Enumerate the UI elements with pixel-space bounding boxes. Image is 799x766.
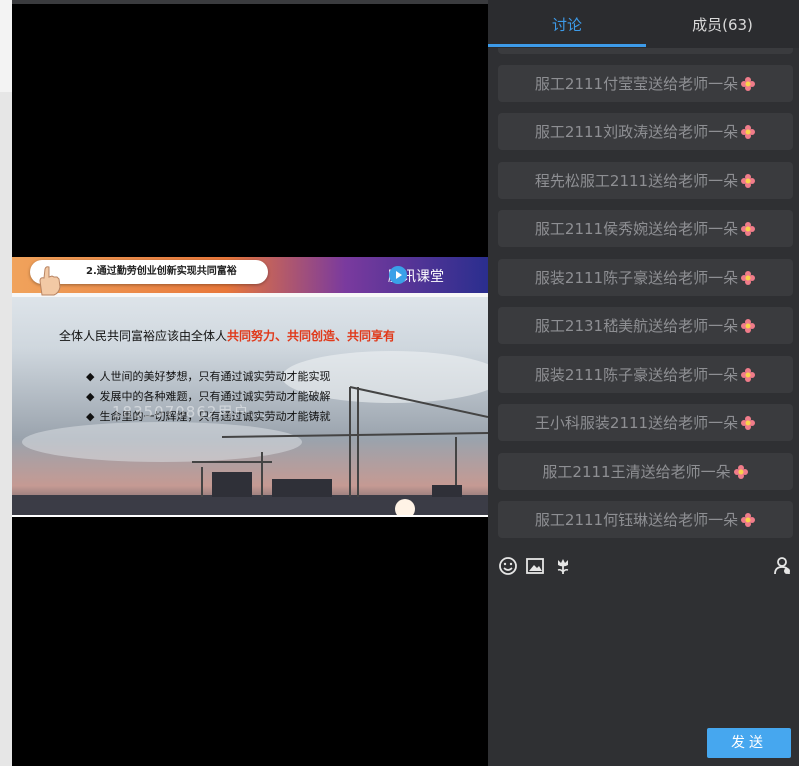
chat-toolbar (488, 552, 799, 580)
chat-message: 服工2111刘政涛送给老师一朵 (498, 113, 793, 150)
flower-icon (741, 221, 756, 236)
chat-message: 服工2111侯秀婉送给老师一朵 (498, 210, 793, 247)
flower-icon (741, 76, 756, 91)
lead-highlight: 共同努力、共同创造、共同享有 (227, 329, 396, 343)
chat-panel: 讨论 成员(63) 服工2111付莹莹送给老师一朵 服工2111刘政涛送给老师一… (488, 0, 799, 766)
tab-bar: 讨论 成员(63) (488, 0, 799, 48)
tab-members[interactable]: 成员(63) (646, 0, 799, 46)
chat-message: 服工2131嵇美航送给老师一朵 (498, 307, 793, 344)
flower-icon (741, 124, 756, 139)
flower-icon (741, 318, 756, 333)
bullet-item: ◆ 人世间的美好梦想，只有通过诚实劳动才能实现 (86, 367, 331, 387)
flower-gift-icon[interactable] (553, 556, 573, 576)
flower-icon (741, 415, 756, 430)
flower-icon (741, 173, 756, 188)
diamond-icon: ◆ (86, 410, 95, 423)
message-list[interactable]: 服工2111付莹莹送给老师一朵 服工2111刘政涛送给老师一朵 程先松服工211… (488, 48, 799, 540)
flower-icon (741, 512, 756, 527)
flower-icon (733, 464, 748, 479)
chat-message: 服装2111陈子豪送给老师一朵 (498, 356, 793, 393)
chat-message: 程先松服工2111送给老师一朵 (498, 162, 793, 199)
emoji-icon[interactable] (498, 556, 518, 576)
video-area[interactable]: 2.通过勤劳创业创新实现共同富裕 腾讯课堂 全体人民共同富裕应该由全体人共同努力… (12, 0, 488, 766)
left-edge (0, 0, 12, 766)
user-icon[interactable] (772, 556, 792, 576)
watermark: 1835070862用户... (112, 403, 267, 421)
active-tab-indicator (488, 44, 646, 47)
slide-lead: 全体人民共同富裕应该由全体人共同努力、共同创造、共同享有 (59, 327, 395, 344)
diamond-icon: ◆ (86, 390, 95, 403)
image-icon[interactable] (525, 556, 545, 576)
chat-message: 王小科服装2111送给老师一朵 (498, 404, 793, 441)
chat-message: 服装2111陈子豪送给老师一朵 (498, 259, 793, 296)
send-button[interactable]: 发送 (707, 728, 791, 758)
brand-logo: 腾讯课堂 (388, 265, 444, 287)
tab-discussion[interactable]: 讨论 (488, 0, 646, 46)
flower-icon (741, 367, 756, 382)
lead-plain: 全体人民共同富裕应该由全体人 (59, 329, 228, 343)
chat-message: 服工2111王清送给老师一朵 (498, 453, 793, 490)
diamond-icon: ◆ (86, 370, 95, 383)
chat-message: 服工2111何钰琳送给老师一朵 (498, 501, 793, 538)
lecture-slide: 2.通过勤劳创业创新实现共同富裕 腾讯课堂 全体人民共同富裕应该由全体人共同努力… (12, 257, 488, 517)
play-icon (389, 266, 407, 284)
hand-icon (39, 266, 61, 296)
chat-message: 服工2111付莹莹送给老师一朵 (498, 65, 793, 102)
flower-icon (741, 270, 756, 285)
